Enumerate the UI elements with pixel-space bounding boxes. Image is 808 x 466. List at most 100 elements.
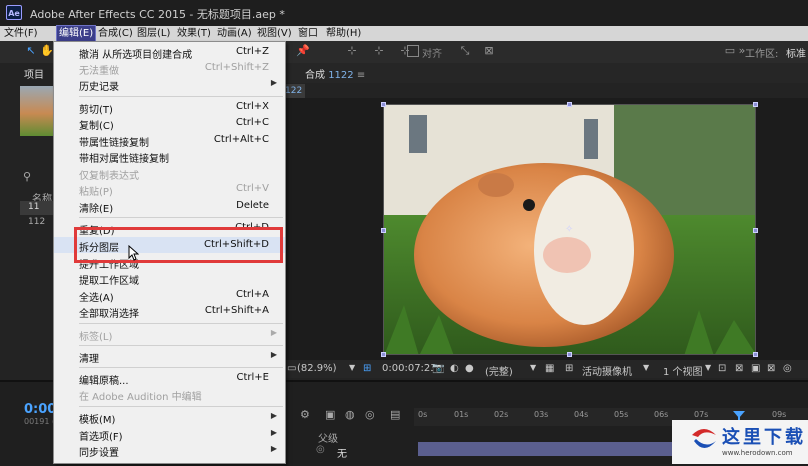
transform-handle[interactable] bbox=[753, 352, 758, 357]
menu-composition[interactable]: 合成(C) bbox=[98, 26, 133, 41]
search-icon[interactable]: ⚲ bbox=[23, 170, 31, 183]
ruler-tick: 02s bbox=[494, 410, 509, 419]
resolution-dropdown-icon[interactable]: ▼ bbox=[530, 363, 536, 372]
menu-item-copy-relative-links[interactable]: 带相对属性链接复制 bbox=[54, 148, 285, 165]
transform-handle[interactable] bbox=[753, 102, 758, 107]
menu-item-extract-work-area[interactable]: 提取工作区域 bbox=[54, 270, 285, 287]
transform-handle[interactable] bbox=[567, 352, 572, 357]
menu-item-shortcut: Ctrl+E bbox=[236, 372, 270, 383]
zoom-dropdown-icon[interactable]: ▼ bbox=[349, 363, 355, 372]
exposure-icon[interactable]: ◎ bbox=[783, 363, 792, 374]
transparency-grid-icon[interactable]: ▦ bbox=[545, 363, 554, 374]
resolution-select[interactable]: (完整) bbox=[485, 363, 513, 378]
menu-item-label: 编辑原稿... bbox=[79, 376, 129, 387]
menu-item-preferences[interactable]: 首选项(F) ▶ bbox=[54, 426, 285, 443]
region-of-interest-icon[interactable]: ⊞ bbox=[363, 363, 371, 374]
snapshot-icon[interactable]: 📷 bbox=[432, 363, 444, 374]
color-channels-icon[interactable]: ● bbox=[465, 363, 474, 374]
menu-item-cut[interactable]: 剪切(T) Ctrl+X bbox=[54, 99, 285, 116]
project-row[interactable]: 11 bbox=[20, 201, 54, 215]
menu-item-label: 清除(E) bbox=[79, 204, 114, 215]
menu-item-label: 剪切(T) bbox=[79, 105, 113, 116]
menu-layer[interactable]: 图层(L) bbox=[137, 26, 170, 41]
transform-handle[interactable] bbox=[381, 228, 386, 233]
menu-item-label: 历史记录 bbox=[79, 82, 119, 93]
hand-tool-icon[interactable]: ✋ bbox=[40, 44, 54, 58]
menu-file[interactable]: 文件(F) bbox=[4, 26, 38, 41]
anchor-point-icon[interactable]: ✧ bbox=[565, 224, 573, 235]
composition-tab-name: 1122 bbox=[328, 70, 354, 81]
views-dropdown-icon[interactable]: ▼ bbox=[705, 363, 711, 372]
submenu-arrow-icon: ▶ bbox=[270, 328, 277, 337]
after-effects-logo-icon: Ae bbox=[6, 5, 22, 20]
menu-item-edit-original[interactable]: 编辑原稿... Ctrl+E bbox=[54, 370, 285, 387]
3d-view-icon[interactable]: ⊞ bbox=[565, 363, 573, 374]
menu-item-purge[interactable]: 清理 ▶ bbox=[54, 348, 285, 365]
menu-item-deselect-all[interactable]: 全部取消选择 Ctrl+Shift+A bbox=[54, 303, 285, 320]
fast-preview-icon[interactable]: ⊠ bbox=[735, 363, 743, 374]
menu-animation[interactable]: 动画(A) bbox=[217, 26, 252, 41]
composition-subtab[interactable]: 122 bbox=[285, 84, 305, 98]
transform-handle[interactable] bbox=[381, 102, 386, 107]
menu-separator bbox=[79, 406, 283, 407]
menu-item-label-colors[interactable]: 标签(L) ▶ bbox=[54, 326, 285, 343]
menu-item-copy-with-property-links[interactable]: 带属性链接复制 Ctrl+Alt+C bbox=[54, 132, 285, 149]
views-select[interactable]: 1 个视图 bbox=[663, 363, 703, 378]
menu-window[interactable]: 窗口 bbox=[298, 26, 318, 41]
transform-handle[interactable] bbox=[567, 102, 572, 107]
axis-local-icon[interactable]: ⊹ bbox=[345, 44, 359, 58]
composition-tab[interactable]: 合成 1122 ≡ bbox=[305, 66, 365, 81]
transform-handle[interactable] bbox=[381, 352, 386, 357]
menu-item-shortcut: Ctrl+C bbox=[235, 117, 269, 128]
menu-item-select-all[interactable]: 全选(A) Ctrl+A bbox=[54, 287, 285, 304]
timeline-graph-editor-icon[interactable]: ◎ bbox=[365, 408, 375, 421]
timeline-switch-icon[interactable]: ⚙ bbox=[300, 408, 310, 421]
timeline-motion-blur-icon[interactable]: ◍ bbox=[345, 408, 355, 421]
menu-view[interactable]: 视图(V) bbox=[257, 26, 292, 41]
pick-whip-icon[interactable]: ◎ bbox=[316, 444, 325, 455]
pixel-aspect-icon[interactable]: ⊡ bbox=[718, 363, 726, 374]
submenu-arrow-icon: ▶ bbox=[270, 78, 277, 87]
axis-world-icon[interactable]: ⊹ bbox=[372, 44, 386, 58]
timeline-toggle-icon[interactable]: ▣ bbox=[751, 363, 760, 374]
timeline-draft-icon[interactable]: ▣ bbox=[325, 408, 335, 421]
menu-item-label: 带相对属性链接复制 bbox=[79, 154, 169, 165]
menu-item-copy-expression-only[interactable]: 仅复制表达式 bbox=[54, 165, 285, 182]
menu-item-history[interactable]: 历史记录 ▶ bbox=[54, 76, 285, 93]
menu-item-edit-in-audition[interactable]: 在 Adobe Audition 中编辑 bbox=[54, 386, 285, 403]
watermark-url: www.herodown.com bbox=[722, 449, 793, 457]
menu-item-label: 仅复制表达式 bbox=[79, 171, 139, 182]
pin-tool-icon[interactable]: 📌 bbox=[296, 44, 310, 58]
camera-dropdown-icon[interactable]: ▼ bbox=[643, 363, 649, 372]
menu-item-label: 粘贴(P) bbox=[79, 187, 113, 198]
menu-item-clear[interactable]: 清除(E) Delete bbox=[54, 198, 285, 215]
menu-item-redo[interactable]: 无法重做 Ctrl+Shift+Z bbox=[54, 60, 285, 77]
zoom-select[interactable]: (82.9%) bbox=[297, 363, 337, 374]
menu-item-shortcut: Ctrl+Z bbox=[235, 46, 269, 57]
selection-tool-icon[interactable]: ↖ bbox=[24, 44, 38, 58]
camera-select[interactable]: 活动摄像机 bbox=[582, 363, 632, 378]
menu-item-sync-settings[interactable]: 同步设置 ▶ bbox=[54, 442, 285, 459]
current-time-field[interactable]: 0:00:07:23 bbox=[382, 363, 437, 374]
snap-checkbox[interactable] bbox=[407, 45, 419, 57]
snap-option-icon[interactable]: ⤡ bbox=[458, 44, 472, 58]
ruler-tick: 09s bbox=[772, 410, 787, 419]
menu-item-undo[interactable]: 撤消 从所选项目创建合成 Ctrl+Z bbox=[54, 44, 285, 61]
grid-toggle-icon[interactable]: ▭ bbox=[287, 363, 296, 374]
menu-help[interactable]: 帮助(H) bbox=[326, 26, 361, 41]
transform-handle[interactable] bbox=[753, 228, 758, 233]
menu-effect[interactable]: 效果(T) bbox=[177, 26, 211, 41]
menu-edit[interactable]: 编辑(E) bbox=[55, 25, 97, 42]
menu-item-copy[interactable]: 复制(C) Ctrl+C bbox=[54, 115, 285, 132]
menu-item-paste[interactable]: 粘贴(P) Ctrl+V bbox=[54, 181, 285, 198]
timeline-navigator-icon[interactable]: ▤ bbox=[390, 408, 400, 421]
flowchart-icon[interactable]: ⊠ bbox=[767, 363, 775, 374]
menu-item-shortcut: Ctrl+Alt+C bbox=[213, 134, 269, 145]
project-row[interactable]: 112 bbox=[20, 216, 54, 230]
channel-icon[interactable]: ◐ bbox=[450, 363, 459, 374]
menu-item-templates[interactable]: 模板(M) ▶ bbox=[54, 409, 285, 426]
project-tab[interactable]: 项目 bbox=[24, 66, 44, 81]
snap-edges-icon[interactable]: ⊠ bbox=[482, 44, 496, 58]
workspace-select[interactable]: 标准 bbox=[786, 45, 806, 60]
parent-select[interactable]: 无 bbox=[337, 445, 347, 460]
